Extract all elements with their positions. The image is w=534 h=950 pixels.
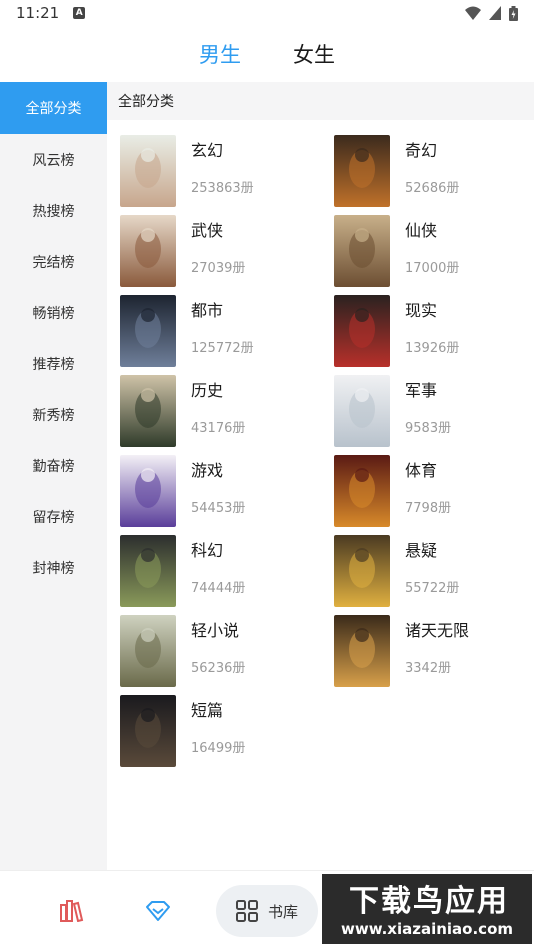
category-item[interactable]: 短篇 16499册: [107, 695, 317, 767]
book-cover-image: [120, 455, 176, 527]
category-item[interactable]: 军事 9583册: [321, 375, 531, 447]
sidebar-item-recommended[interactable]: 推荐榜: [0, 338, 107, 389]
category-item[interactable]: 悬疑 55722册: [321, 535, 531, 607]
category-count: 74444册: [191, 581, 246, 596]
category-name: 奇幻: [405, 141, 438, 160]
category-name: 体育: [405, 461, 438, 480]
category-name: 诸天无限: [405, 621, 470, 640]
category-name: 轻小说: [191, 621, 240, 640]
book-cover-image: [334, 375, 390, 447]
category-count: 125772册: [191, 341, 254, 356]
nav-library-label: 书库: [267, 902, 298, 921]
sidebar-item-hot-search[interactable]: 热搜榜: [0, 185, 107, 236]
category-item[interactable]: 诸天无限 3342册: [321, 615, 531, 687]
wifi-icon: [465, 6, 481, 20]
category-item[interactable]: 历史 43176册: [107, 375, 317, 447]
status-time: 11:21: [16, 4, 60, 22]
category-item[interactable]: 科幻 74444册: [107, 535, 317, 607]
category-name: 武侠: [191, 221, 224, 240]
section-title: 全部分类: [107, 82, 534, 120]
book-cover-image: [334, 615, 390, 687]
category-item[interactable]: 轻小说 56236册: [107, 615, 317, 687]
sidebar-item-all-categories[interactable]: 全部分类: [0, 82, 107, 134]
book-cover-image: [334, 455, 390, 527]
book-cover-image: [120, 535, 176, 607]
gender-tabs: 男生 女生: [0, 26, 534, 82]
category-name: 悬疑: [405, 541, 438, 560]
book-cover-image: [334, 135, 390, 207]
notification-icon: A: [73, 7, 86, 19]
category-count: 55722册: [405, 581, 460, 596]
category-name: 军事: [405, 381, 438, 400]
category-item[interactable]: 都市 125772册: [107, 295, 317, 367]
category-name: 玄幻: [191, 141, 224, 160]
sidebar-item-fengyun[interactable]: 风云榜: [0, 134, 107, 185]
category-name: 游戏: [191, 461, 224, 480]
category-count: 7798册: [405, 501, 452, 516]
category-name: 现实: [405, 301, 438, 320]
category-count: 27039册: [191, 261, 246, 276]
category-item[interactable]: 武侠 27039册: [107, 215, 317, 287]
sidebar-item-diligent[interactable]: 勤奋榜: [0, 440, 107, 491]
category-item[interactable]: 游戏 54453册: [107, 455, 317, 527]
category-name: 历史: [191, 381, 224, 400]
signal-icon: [489, 6, 501, 20]
category-item[interactable]: 仙侠 17000册: [321, 215, 531, 287]
book-cover-image: [120, 695, 176, 767]
book-cover-image: [334, 295, 390, 367]
battery-icon: [509, 5, 518, 21]
book-cover-image: [334, 535, 390, 607]
category-count: 253863册: [191, 181, 254, 196]
category-count: 17000册: [405, 261, 460, 276]
status-bar: 11:21 A: [0, 0, 534, 26]
nav-bookshelf[interactable]: [44, 871, 100, 950]
category-count: 13926册: [405, 341, 460, 356]
book-cover-image: [120, 215, 176, 287]
category-item[interactable]: 体育 7798册: [321, 455, 531, 527]
watermark-title: 下载鸟应用: [349, 884, 509, 919]
category-count: 3342册: [405, 661, 452, 676]
ranking-sidebar: 全部分类 风云榜 热搜榜 完结榜 畅销榜 推荐榜 新秀榜 勤奋榜 留存榜 封神榜: [0, 82, 107, 870]
tab-female[interactable]: 女生: [293, 39, 335, 69]
tab-male[interactable]: 男生: [199, 39, 241, 69]
sidebar-item-completed[interactable]: 完结榜: [0, 236, 107, 287]
category-count: 43176册: [191, 421, 246, 436]
book-cover-image: [120, 135, 176, 207]
category-item[interactable]: 奇幻 52686册: [321, 135, 531, 207]
book-cover-image: [120, 295, 176, 367]
book-cover-image: [120, 375, 176, 447]
category-item[interactable]: 现实 13926册: [321, 295, 531, 367]
category-count: 9583册: [405, 421, 452, 436]
watermark-url: www.xiazainiao.com: [340, 920, 514, 938]
category-count: 16499册: [191, 741, 246, 756]
nav-library[interactable]: 书库: [216, 885, 318, 937]
sidebar-item-fengshen[interactable]: 封神榜: [0, 542, 107, 593]
sidebar-item-newcomer[interactable]: 新秀榜: [0, 389, 107, 440]
category-name: 科幻: [191, 541, 224, 560]
sidebar-item-bestseller[interactable]: 畅销榜: [0, 287, 107, 338]
category-count: 56236册: [191, 661, 246, 676]
grid-icon: [235, 900, 258, 922]
diamond-icon: [146, 901, 170, 921]
nav-discover[interactable]: [130, 871, 186, 950]
sidebar-item-retention[interactable]: 留存榜: [0, 491, 107, 542]
site-watermark: 下载鸟应用 www.xiazainiao.com: [320, 872, 534, 946]
category-panel: 全部分类 玄幻 253863册 奇幻 52686册武侠 27039册 仙侠 17000册都市…: [107, 82, 534, 870]
category-name: 短篇: [191, 701, 224, 720]
book-cover-image: [334, 215, 390, 287]
category-name: 仙侠: [405, 221, 438, 240]
category-count: 54453册: [191, 501, 246, 516]
category-count: 52686册: [405, 181, 460, 196]
category-name: 都市: [191, 301, 224, 320]
category-item[interactable]: 玄幻 253863册: [107, 135, 317, 207]
book-cover-image: [120, 615, 176, 687]
books-icon: [60, 900, 84, 922]
